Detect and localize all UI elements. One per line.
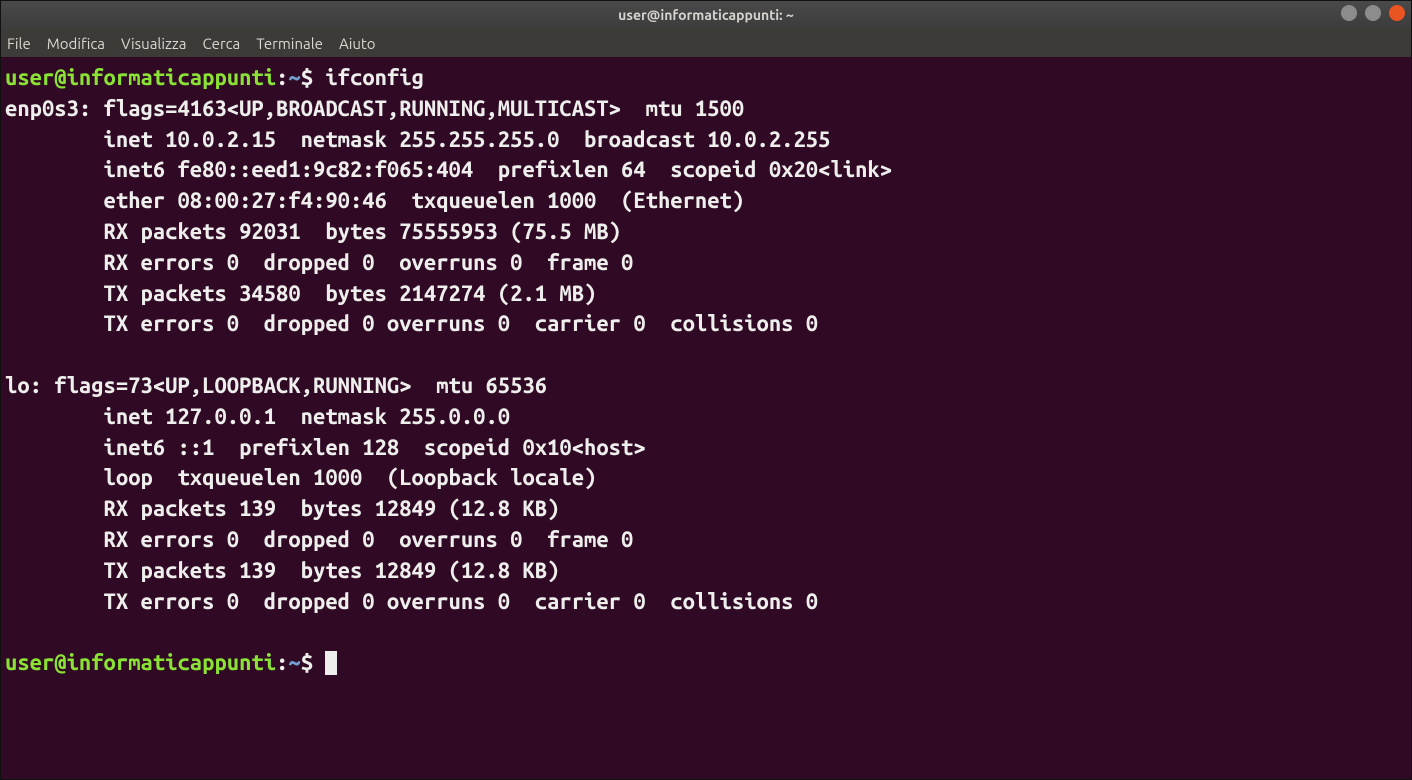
window-controls [1341, 5, 1405, 21]
output-line: inet 127.0.0.1 netmask 255.0.0.0 [5, 404, 510, 429]
maximize-icon[interactable] [1365, 5, 1381, 21]
prompt-sep: : [276, 650, 288, 675]
menu-visualizza[interactable]: Visualizza [121, 35, 187, 52]
output-line: RX packets 139 bytes 12849 (12.8 KB) [5, 496, 559, 521]
output-line: RX packets 92031 bytes 75555953 (75.5 MB… [5, 219, 621, 244]
titlebar: user@informaticappunti: ~ [1, 1, 1411, 29]
prompt-sep: : [276, 65, 288, 90]
output-line: inet 10.0.2.15 netmask 255.255.255.0 bro… [5, 127, 830, 152]
prompt-userhost: user@informaticappunti [5, 65, 276, 90]
prompt-dollar: $ [301, 65, 313, 90]
menu-cerca[interactable]: Cerca [202, 35, 240, 52]
prompt-dollar: $ [301, 650, 313, 675]
prompt-path: ~ [288, 65, 300, 90]
output-line: ether 08:00:27:f4:90:46 txqueuelen 1000 … [5, 188, 744, 213]
menu-file[interactable]: File [7, 35, 31, 52]
output-line: lo: flags=73<UP,LOOPBACK,RUNNING> mtu 65… [5, 373, 547, 398]
menu-aiuto[interactable]: Aiuto [339, 35, 376, 52]
output-line: TX packets 34580 bytes 2147274 (2.1 MB) [5, 281, 596, 306]
cursor-icon [325, 651, 337, 675]
command-text: ifconfig [325, 65, 424, 90]
output-line: inet6 fe80::eed1:9c82:f065:404 prefixlen… [5, 157, 892, 182]
output-line: inet6 ::1 prefixlen 128 scopeid 0x10<hos… [5, 435, 646, 460]
menu-modifica[interactable]: Modifica [47, 35, 105, 52]
output-line: loop txqueuelen 1000 (Loopback locale) [5, 465, 596, 490]
terminal-window: user@informaticappunti: ~ File Modifica … [0, 0, 1412, 780]
output-line: enp0s3: flags=4163<UP,BROADCAST,RUNNING,… [5, 96, 744, 121]
output-line: TX packets 139 bytes 12849 (12.8 KB) [5, 558, 559, 583]
close-icon[interactable] [1389, 5, 1405, 21]
menu-terminale[interactable]: Terminale [256, 35, 323, 52]
terminal-area[interactable]: user@informaticappunti:~$ ifconfig enp0s… [1, 57, 1411, 779]
window-title: user@informaticappunti: ~ [1, 7, 1411, 23]
output-line: RX errors 0 dropped 0 overruns 0 frame 0 [5, 527, 633, 552]
output-line: TX errors 0 dropped 0 overruns 0 carrier… [5, 589, 818, 614]
menubar: File Modifica Visualizza Cerca Terminale… [1, 29, 1411, 57]
prompt-path: ~ [288, 650, 300, 675]
output-line: TX errors 0 dropped 0 overruns 0 carrier… [5, 311, 818, 336]
minimize-icon[interactable] [1341, 5, 1357, 21]
prompt-userhost: user@informaticappunti [5, 650, 276, 675]
output-line: RX errors 0 dropped 0 overruns 0 frame 0 [5, 250, 633, 275]
